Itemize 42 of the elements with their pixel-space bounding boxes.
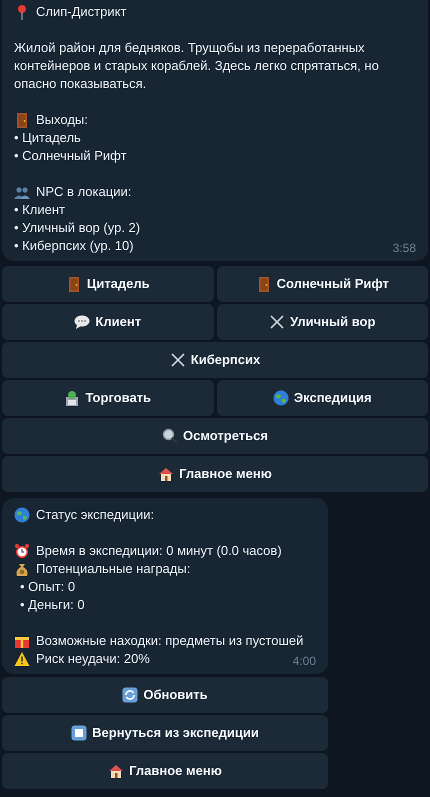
globe-icon	[272, 390, 289, 406]
stop-icon	[71, 725, 88, 741]
message-text: • Уличный вор (ур. 2)	[14, 219, 140, 237]
keyboard-button[interactable]: Киберпсих	[2, 342, 428, 378]
message-text: • Опыт: 0	[20, 578, 76, 596]
house-icon	[108, 763, 124, 779]
keyboard-button[interactable]: Торговать	[2, 380, 214, 416]
keyboard-button[interactable]: Осмотреться	[2, 418, 428, 454]
refresh-icon	[122, 687, 138, 703]
keyboard-button[interactable]: Главное меню	[2, 753, 328, 789]
message-time: 3:58	[392, 240, 416, 257]
keyboard-button[interactable]: Экспедиция	[216, 380, 428, 416]
message-text: Потенциальные награды:	[36, 560, 190, 578]
message-text: NPC в локации:	[36, 183, 132, 201]
message-text: • Деньги: 0	[20, 596, 85, 614]
message-text: Жилой район для бедняков. Трущобы из переработанных контейнеров и старых кораблей. Здесь легко спрятаться, но опасно показываться.	[14, 39, 380, 93]
keyboard-button[interactable]: Цитадель	[2, 266, 214, 302]
message-text: Выходы:	[36, 111, 88, 129]
message-text: • Клиент	[14, 201, 65, 219]
money-bag-icon	[14, 561, 30, 577]
message-time: 4:00	[292, 653, 316, 670]
message-text: • Киберпсих (ур. 10)	[14, 237, 134, 255]
door-icon	[14, 112, 30, 128]
house-icon	[158, 466, 174, 482]
message-text: Статус экспедиции:	[36, 506, 154, 524]
alarm-clock-icon	[14, 543, 30, 559]
keyboard-button[interactable]: Солнечный Рифт	[216, 266, 428, 302]
keyboard-button[interactable]: Клиент	[2, 304, 214, 340]
message-text: Риск неудачи: 20%	[36, 650, 150, 668]
message-text: • Цитадель	[14, 129, 81, 147]
keyboard-button[interactable]: Главное меню	[2, 456, 428, 492]
keyboard-button[interactable]: Вернуться из экспедиции	[2, 715, 328, 751]
message-text: Время в экспедиции: 0 минут (0.0 часов)	[36, 542, 282, 560]
message-text: Возможные находки: предметы из пустошей	[36, 632, 304, 650]
message-text: • Солнечный Рифт	[14, 147, 127, 165]
globe-icon	[14, 507, 30, 523]
keyboard-button[interactable]: Обновить	[2, 677, 328, 713]
warning-icon	[14, 651, 30, 667]
keyboard-button[interactable]: Уличный вор	[216, 304, 428, 340]
magnifier-icon	[162, 428, 178, 444]
speech-bubble-icon	[74, 314, 90, 330]
message-text: Слип-Дистрикт	[36, 3, 126, 21]
